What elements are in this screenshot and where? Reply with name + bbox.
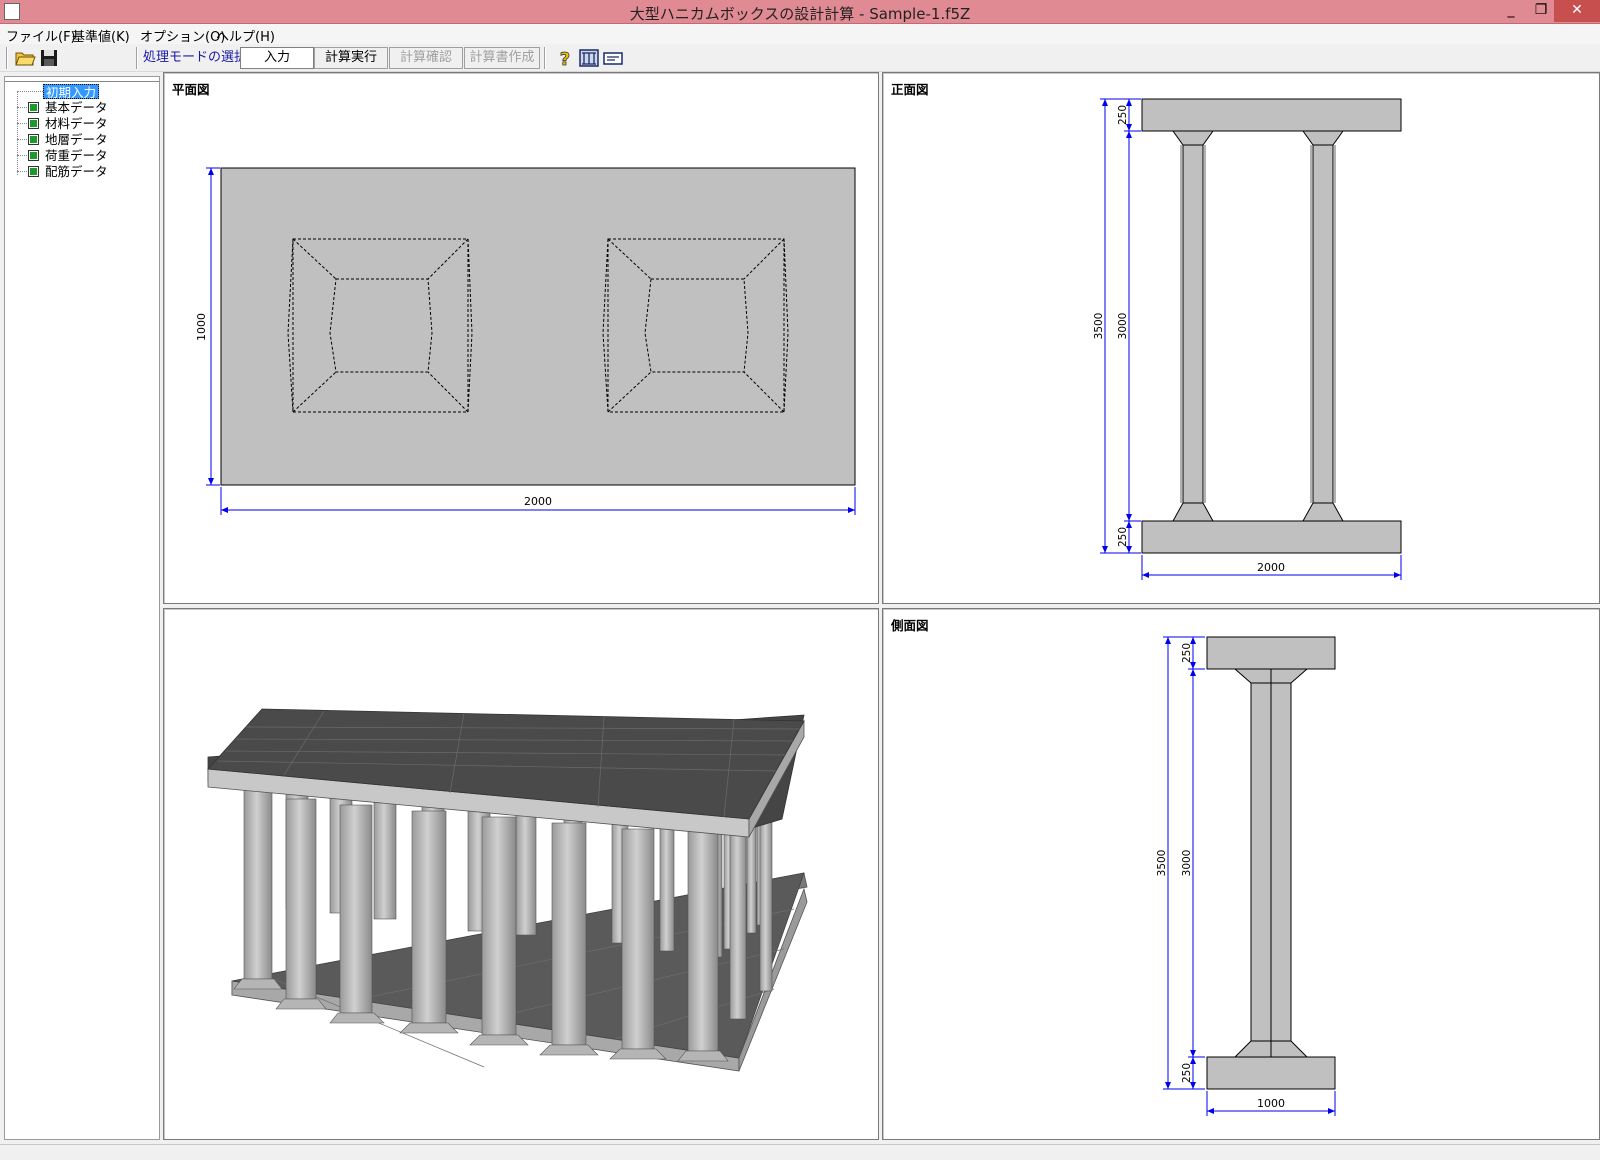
- restore-button[interactable]: ❐: [1526, 0, 1556, 22]
- 3d-model-drawing: [207, 708, 808, 1072]
- svg-text:?: ?: [560, 49, 570, 69]
- tree-item-rebar-data[interactable]: 配筋データ: [45, 164, 108, 179]
- model-view-icon[interactable]: [578, 47, 600, 69]
- tree-divider: [5, 81, 159, 82]
- side-top-slab-dimension: 250: [1181, 643, 1193, 663]
- toolbar-separator: [544, 47, 546, 69]
- tree-connector: [17, 155, 27, 156]
- side-total-height-dimension: 3500: [1156, 850, 1168, 877]
- check-icon: [28, 134, 39, 145]
- 3d-view-pane[interactable]: [163, 608, 879, 1140]
- close-button[interactable]: ✕: [1554, 0, 1600, 22]
- check-icon: [28, 118, 39, 129]
- tree-connector: [17, 107, 27, 108]
- side-bottom-slab-dimension: 250: [1181, 1063, 1193, 1083]
- front-column-dimension: 3000: [1117, 313, 1129, 340]
- plan-view-drawing: 2000 1000: [195, 167, 856, 515]
- front-bottom-slab-dimension: 250: [1117, 527, 1129, 547]
- window-title: 大型ハニカムボックスの設計計算 - Sample-1.f5Z: [629, 5, 971, 23]
- toolbar-separator: [136, 47, 138, 69]
- open-folder-icon[interactable]: [14, 47, 36, 69]
- help-icon[interactable]: ?: [554, 47, 576, 69]
- plan-height-dimension: 1000: [195, 313, 208, 341]
- tree-connector: [17, 171, 27, 172]
- card-icon[interactable]: [602, 47, 624, 69]
- check-icon: [28, 150, 39, 161]
- tree-connector: [17, 123, 27, 124]
- create-report-button[interactable]: 計算書作成: [464, 47, 540, 69]
- toolbar: 処理モードの選択 入力 計算実行 計算確認 計算書作成 ?: [0, 44, 1600, 72]
- front-width-dimension: 2000: [1257, 561, 1285, 574]
- front-top-slab-dimension: 250: [1117, 105, 1129, 125]
- side-column-dimension: 3000: [1181, 850, 1193, 877]
- side-view-drawing: 3500 250 3000 250 1000: [1156, 636, 1336, 1116]
- tree-item-load-data[interactable]: 荷重データ: [45, 148, 108, 163]
- run-calculation-button[interactable]: 計算実行: [314, 47, 388, 69]
- plan-width-dimension: 2000: [524, 495, 552, 508]
- mode-label: 処理モードの選択: [143, 50, 248, 65]
- tree-item-material-data[interactable]: 材料データ: [45, 116, 108, 131]
- check-icon: [28, 166, 39, 177]
- tree-item-basic-data[interactable]: 基本データ: [45, 100, 108, 115]
- input-tree-panel: 初期入力 基本データ 材料データ 地層データ 荷重データ 配筋データ: [4, 76, 160, 1140]
- tree-connector: [17, 91, 18, 175]
- input-mode-button[interactable]: 入力: [240, 47, 314, 69]
- side-view-pane[interactable]: 側面図 3500 250 3000 250 1000: [882, 608, 1600, 1140]
- check-calculation-button[interactable]: 計算確認: [389, 47, 463, 69]
- side-width-dimension: 1000: [1257, 1097, 1285, 1110]
- menu-help[interactable]: ヘルプ(H): [216, 26, 275, 45]
- menu-options[interactable]: オプション(O): [140, 26, 225, 45]
- menu-bar: ファイル(F) 基準値(K) オプション(O) ヘルプ(H): [0, 24, 1600, 45]
- plan-view-pane[interactable]: 平面図 2000 1000: [163, 72, 879, 604]
- toolbar-grip: [6, 47, 8, 69]
- menu-file[interactable]: ファイル(F): [6, 26, 76, 45]
- tree-item-initial-input[interactable]: 初期入力: [43, 84, 100, 100]
- save-disk-icon[interactable]: [38, 47, 60, 69]
- tree-connector: [17, 91, 43, 92]
- status-bar: [0, 1144, 1600, 1160]
- check-icon: [28, 102, 39, 113]
- front-view-drawing: 3500 250 3000 250 2000: [1093, 98, 1402, 580]
- minimize-button[interactable]: _: [1496, 0, 1526, 22]
- title-bar: 大型ハニカムボックスの設計計算 - Sample-1.f5Z _ ❐ ✕: [0, 0, 1600, 24]
- menu-standard[interactable]: 基準値(K): [72, 26, 130, 45]
- tree-item-stratum-data[interactable]: 地層データ: [45, 132, 108, 147]
- tree-connector: [17, 139, 27, 140]
- front-total-height-dimension: 3500: [1093, 313, 1105, 340]
- front-view-pane[interactable]: 正面図 3500 250 3000 250 2000: [882, 72, 1600, 604]
